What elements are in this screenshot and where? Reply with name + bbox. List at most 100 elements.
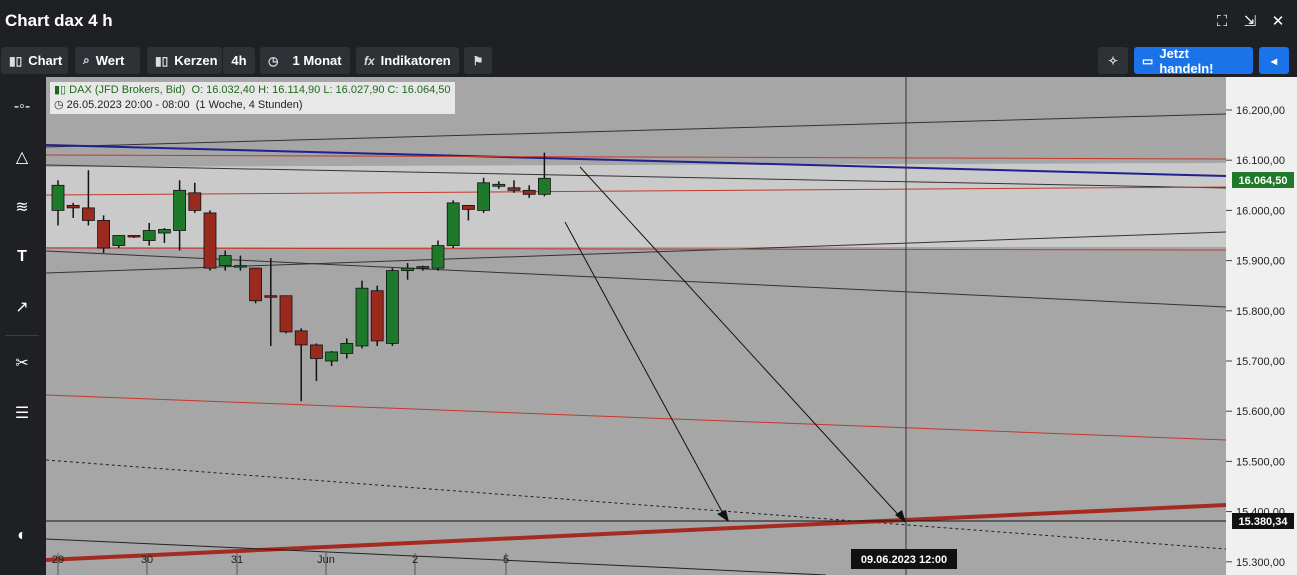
- y-tick-label: 16.000,00: [1236, 205, 1285, 217]
- ticket-icon: ▭: [1142, 53, 1154, 68]
- y-axis-panel: [1226, 77, 1297, 575]
- candle-body: [142, 230, 156, 241]
- candle-body: [401, 267, 415, 272]
- candle-body: [82, 207, 95, 221]
- candle-body: [173, 189, 186, 231]
- candle-body: [51, 184, 65, 211]
- crosshair-time-badge: 09.06.2023 12:00: [851, 549, 957, 569]
- bookmark-button[interactable]: ⚑: [464, 47, 492, 74]
- window-title: Chart dax 4 h: [5, 11, 113, 30]
- drawing-sidebar: -◦- △ ≋ T ↗ ✂ ☰ ◐: [0, 78, 44, 575]
- candle-body: [97, 220, 110, 249]
- candle-body: [431, 245, 445, 269]
- chart-button[interactable]: ▮▯ Chart: [1, 47, 68, 74]
- candle-body: [112, 235, 126, 246]
- candle-body: [127, 235, 141, 238]
- candle-body: [461, 204, 475, 210]
- fx-icon: fx: [364, 53, 375, 68]
- clock-icon: ◷: [54, 99, 67, 111]
- candle-body: [340, 343, 354, 354]
- y-tick-label: 16.200,00: [1236, 105, 1285, 117]
- y-tick-label: 15.300,00: [1236, 557, 1285, 569]
- title-bar: Chart dax 4 h ⛶ ⇲ ✕: [0, 0, 1297, 44]
- x-tick-label: 29: [52, 554, 64, 566]
- popout-icon[interactable]: ⇲: [1241, 12, 1259, 30]
- candles-icon: ▮▯: [155, 53, 169, 68]
- x-tick-label: 30: [141, 554, 153, 566]
- wert-button[interactable]: ⌕ Wert: [75, 47, 140, 74]
- candle-body: [264, 295, 278, 298]
- legend-ohlc: O: 16.032,40 H: 16.114,90 L: 16.027,90 C…: [191, 84, 451, 96]
- candle-body: [385, 270, 399, 344]
- legend-range: 26.05.2023 20:00 - 08:00: [66, 99, 190, 111]
- range-button[interactable]: ◷ 1 Monat: [260, 47, 350, 74]
- y-tick-label: 15.600,00: [1236, 406, 1285, 418]
- y-tick-label: 15.800,00: [1236, 306, 1285, 318]
- interval-button[interactable]: 4h: [223, 47, 255, 74]
- candle-body: [218, 255, 232, 267]
- chart-legend: ▮▯ DAX (JFD Brokers, Bid) O: 16.032,40 H…: [50, 82, 455, 114]
- candlestick-icon: ▮▯: [54, 84, 70, 96]
- arrow-tool-icon[interactable]: ↗: [0, 292, 44, 322]
- candle-body: [158, 229, 171, 234]
- fibonacci-tool-icon[interactable]: ≋: [0, 192, 44, 222]
- y-tick-label: 15.500,00: [1236, 456, 1285, 468]
- chart-toolbar: ▮▯ Chart ⌕ Wert ▮▯ Kerzen 4h ◷ 1 Monat fx Ind…: [0, 46, 1297, 76]
- triangle-tool-icon[interactable]: △: [0, 142, 44, 172]
- candlestick-icon: ▮▯: [9, 53, 23, 68]
- chevron-left-icon: ◂: [1270, 53, 1278, 68]
- candle-body: [477, 182, 491, 211]
- legend-span: (1 Woche, 4 Stunden): [195, 99, 303, 111]
- collapse-button[interactable]: ◂: [1259, 47, 1289, 74]
- indikatoren-button[interactable]: fx Indikatoren: [356, 47, 459, 74]
- x-tick-label: 5: [503, 554, 509, 566]
- magic-button[interactable]: ✧: [1098, 47, 1128, 74]
- bookmark-icon: ⚑: [472, 53, 484, 68]
- x-tick-label: 31: [231, 554, 243, 566]
- candle-body: [309, 344, 323, 359]
- contrast-icon[interactable]: ◐: [0, 521, 44, 551]
- candle-body: [416, 266, 430, 269]
- last-price-badge: 16.064,50: [1232, 172, 1294, 188]
- plot-background: [46, 77, 1226, 575]
- horizontal-line-tool-icon[interactable]: -◦-: [0, 92, 44, 122]
- x-tick-label: 2: [412, 554, 418, 566]
- candle-body: [279, 295, 293, 333]
- candle-body: [249, 267, 263, 302]
- candle-body: [203, 212, 217, 269]
- y-tick-label: 15.900,00: [1236, 256, 1285, 268]
- price-chart[interactable]: 16.200,00 16.100,00 16.000,00 15.900,00 15.8…: [46, 77, 1297, 575]
- candle-body: [446, 202, 460, 246]
- candle-body: [522, 189, 536, 195]
- sidebar-divider: [5, 335, 39, 336]
- crosshair-time-label: 09.06.2023 12:00: [861, 554, 947, 566]
- layers-icon[interactable]: ☰: [0, 398, 44, 428]
- candle-body: [492, 183, 506, 187]
- last-price-label: 16.064,50: [1239, 175, 1288, 187]
- crosshair-price-label: 15.380,34: [1239, 516, 1289, 528]
- y-tick-label: 16.100,00: [1236, 155, 1285, 167]
- crosshair-price-badge: 15.380,34: [1232, 513, 1294, 529]
- x-tick-label: Jun: [317, 554, 335, 566]
- tools-icon[interactable]: ✂: [0, 348, 44, 378]
- y-tick-label: 15.700,00: [1236, 356, 1285, 368]
- search-icon: ⌕: [83, 53, 90, 67]
- kerzen-button[interactable]: ▮▯ Kerzen: [147, 47, 222, 74]
- sparkle-icon: ✧: [1107, 53, 1119, 68]
- candle-body: [294, 330, 308, 346]
- channel-band: [46, 163, 1226, 247]
- candle-body: [233, 265, 247, 268]
- clock-icon: ◷: [268, 53, 279, 68]
- candle-body: [507, 187, 521, 191]
- text-tool-icon[interactable]: T: [0, 242, 44, 272]
- close-icon[interactable]: ✕: [1269, 12, 1287, 30]
- trade-button[interactable]: ▭ Jetzt handeln!: [1134, 46, 1253, 76]
- candle-body: [355, 287, 369, 347]
- candle-body: [325, 351, 339, 362]
- legend-instrument: DAX (JFD Brokers, Bid): [69, 84, 186, 96]
- fullscreen-icon[interactable]: ⛶: [1213, 12, 1231, 30]
- candle-body: [370, 290, 384, 342]
- candle-body: [66, 204, 80, 209]
- candle-body: [537, 177, 551, 195]
- candle-body: [188, 192, 202, 211]
